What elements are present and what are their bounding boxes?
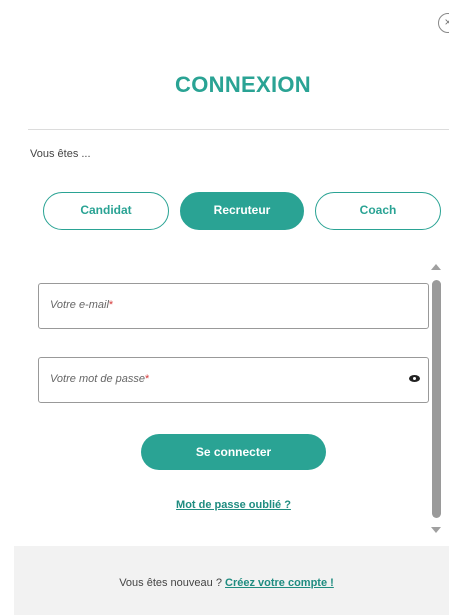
signup-question: Vous êtes nouveau ? bbox=[119, 577, 222, 589]
title-divider bbox=[28, 129, 449, 130]
login-form: Votre e-mail* Votre mot de passe* Se con… bbox=[28, 262, 449, 544]
email-field[interactable]: Votre e-mail* bbox=[38, 283, 429, 329]
role-prompt: Vous êtes ... bbox=[30, 148, 91, 160]
role-coach-button[interactable]: Coach bbox=[315, 192, 441, 230]
forgot-password-link[interactable]: Mot de passe oublié ? bbox=[28, 499, 439, 511]
scrollbar-thumb[interactable] bbox=[432, 280, 441, 518]
create-account-link[interactable]: Créez votre compte ! bbox=[225, 577, 334, 589]
modal-title: CONNEXION bbox=[175, 72, 311, 97]
eye-icon[interactable] bbox=[409, 375, 420, 382]
password-placeholder: Votre mot de passe* bbox=[50, 373, 150, 385]
role-recruteur-label: Recruteur bbox=[213, 203, 271, 217]
role-recruteur-button[interactable]: Recruteur bbox=[180, 192, 304, 230]
password-required-mark: * bbox=[144, 373, 150, 385]
email-required-mark: * bbox=[108, 299, 114, 311]
signup-prompt: Vous êtes nouveau ? Créez votre compte ! bbox=[14, 577, 439, 589]
scroll-up-arrow-icon[interactable] bbox=[431, 264, 441, 270]
email-placeholder: Votre e-mail* bbox=[50, 299, 114, 311]
password-field[interactable]: Votre mot de passe* bbox=[38, 357, 429, 403]
login-button[interactable]: Se connecter bbox=[141, 434, 326, 470]
role-candidat-label: Candidat bbox=[80, 203, 132, 217]
role-candidat-button[interactable]: Candidat bbox=[43, 192, 169, 230]
signup-footer: Vous êtes nouveau ? Créez votre compte ! bbox=[14, 546, 449, 615]
close-icon: × bbox=[444, 15, 449, 29]
role-coach-label: Coach bbox=[359, 203, 397, 217]
scroll-down-arrow-icon[interactable] bbox=[431, 527, 441, 533]
close-button[interactable]: × bbox=[438, 13, 449, 33]
